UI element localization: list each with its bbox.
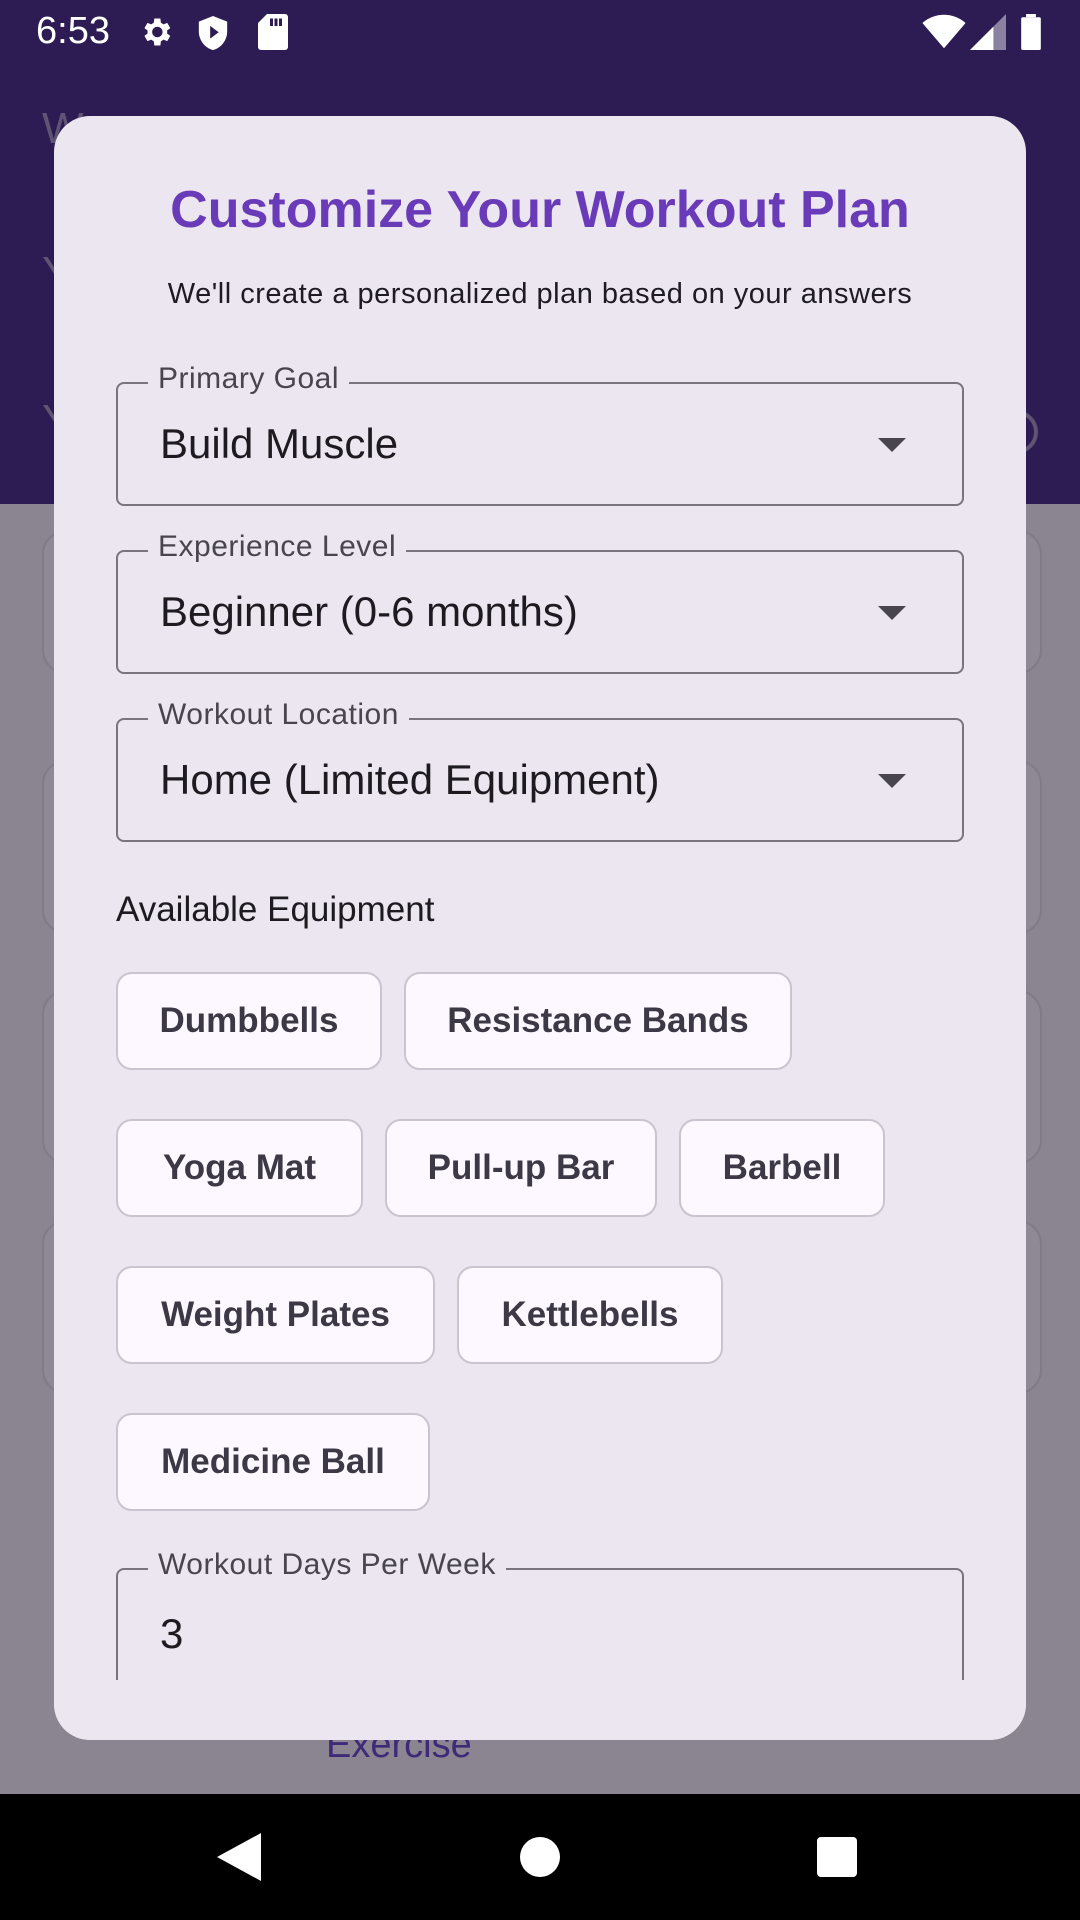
chip-medicine-ball[interactable]: Medicine Ball — [116, 1413, 430, 1511]
dropdown-arrow-icon — [878, 438, 906, 452]
dropdown-arrow-icon — [878, 606, 906, 620]
chip-kettlebells[interactable]: Kettlebells — [457, 1266, 723, 1364]
workout-location-value: Home (Limited Equipment) — [160, 756, 660, 803]
signal-icon — [970, 14, 1006, 50]
experience-level-value: Beginner (0-6 months) — [160, 588, 578, 635]
chip-yoga-mat[interactable]: Yoga Mat — [116, 1119, 363, 1217]
status-time: 6:53 — [36, 10, 110, 52]
battery-icon — [1021, 14, 1041, 50]
recents-button[interactable] — [804, 1824, 870, 1890]
back-triangle-icon — [217, 1833, 261, 1881]
dialog-subtitle: We'll create a personalized plan based o… — [167, 278, 913, 310]
recents-square-icon — [817, 1837, 857, 1877]
dialog-title: Customize Your Workout Plan — [170, 181, 910, 239]
home-circle-icon — [520, 1837, 560, 1877]
experience-level-label: Experience Level — [148, 530, 407, 564]
workout-days-label: Workout Days Per Week — [148, 1548, 506, 1582]
workout-days-value: 3 — [160, 1610, 184, 1657]
home-button[interactable] — [507, 1824, 573, 1890]
navigation-bar — [0, 1794, 1080, 1920]
sd-card-icon — [258, 14, 288, 50]
experience-level-dropdown[interactable]: Experience Level Beginner (0-6 months) — [116, 530, 964, 674]
dialog-bottom-edge — [54, 1680, 1026, 1740]
chip-weight-plates[interactable]: Weight Plates — [116, 1266, 435, 1364]
workout-location-label: Workout Location — [148, 698, 409, 732]
primary-goal-dropdown[interactable]: Primary Goal Build Muscle — [116, 362, 964, 506]
gear-icon — [144, 18, 171, 46]
primary-goal-label: Primary Goal — [148, 362, 350, 396]
back-button[interactable] — [206, 1824, 272, 1890]
wifi-icon — [922, 14, 966, 49]
equipment-section-title: Available Equipment — [116, 890, 435, 929]
chip-resistance-bands[interactable]: Resistance Bands — [404, 972, 792, 1070]
workout-location-dropdown[interactable]: Workout Location Home (Limited Equipment… — [116, 698, 964, 842]
chip-dumbbells[interactable]: Dumbbells — [116, 972, 382, 1070]
dropdown-arrow-icon — [878, 774, 906, 788]
chip-pull-up-bar[interactable]: Pull-up Bar — [385, 1119, 657, 1217]
status-bar: 6:53 — [0, 0, 1080, 64]
chip-barbell[interactable]: Barbell — [679, 1119, 885, 1217]
shield-icon — [198, 16, 228, 50]
primary-goal-value: Build Muscle — [160, 420, 399, 467]
